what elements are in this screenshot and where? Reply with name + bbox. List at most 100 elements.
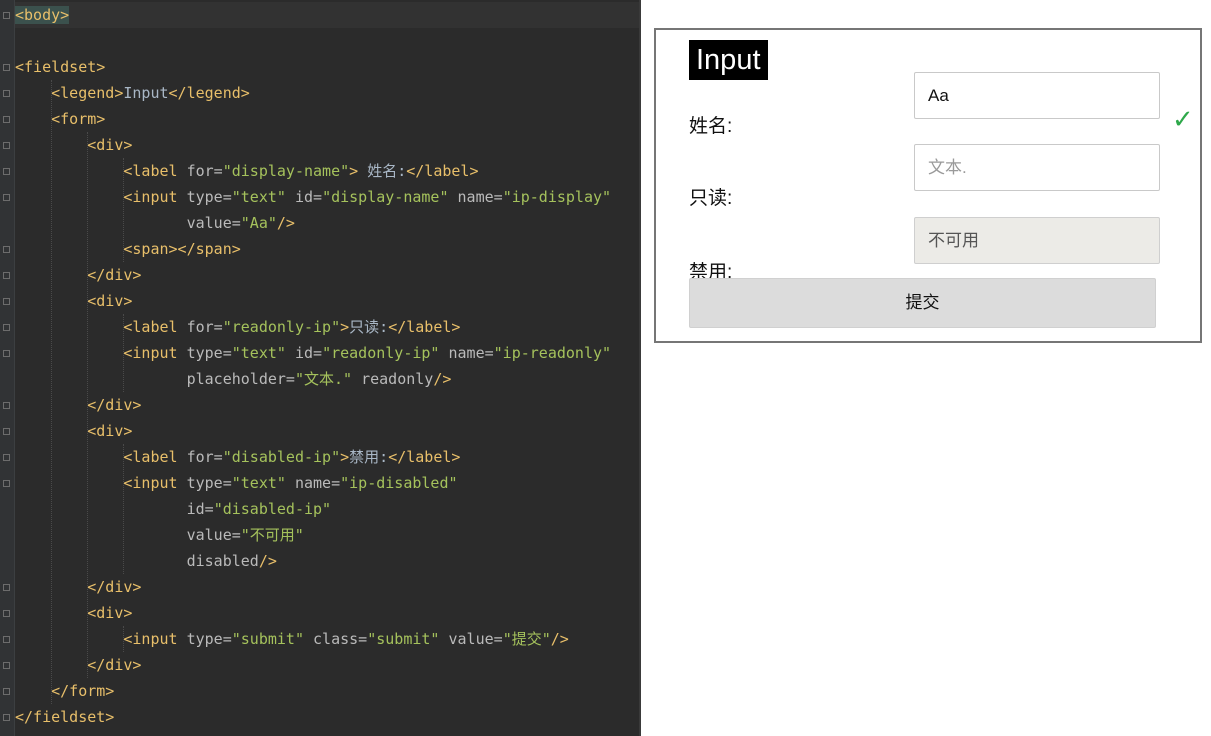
- code-token: />: [276, 214, 295, 232]
- code-token: "提交": [502, 630, 551, 648]
- code-line[interactable]: <label for="disabled-ip">禁用:</label>: [15, 444, 460, 470]
- fold-marker-icon[interactable]: [3, 64, 10, 71]
- code-line[interactable]: </div>: [15, 574, 141, 600]
- code-line[interactable]: </fieldset>: [15, 704, 114, 730]
- code-token: "submit": [367, 630, 440, 648]
- fold-marker-icon[interactable]: [3, 324, 10, 331]
- fold-marker-icon[interactable]: [3, 90, 10, 97]
- indent-guide: [122, 626, 124, 652]
- code-token: "submit": [231, 630, 304, 648]
- fieldset: Input 姓名: Aa ✓ 只读: 文本. 禁用: 不可用 提交: [654, 28, 1202, 343]
- code-line[interactable]: <div>: [15, 132, 132, 158]
- indent-guide: [122, 314, 124, 392]
- code-line[interactable]: <div>: [15, 418, 132, 444]
- code-editor[interactable]: <body> <fieldset> <legend>Input</legend> …: [0, 0, 639, 736]
- code-token: class=: [304, 630, 368, 648]
- code-token: "Aa": [240, 214, 277, 232]
- code-token: Input: [123, 84, 169, 102]
- code-token: >: [340, 318, 350, 336]
- code-line[interactable]: id="disabled-ip": [15, 496, 332, 522]
- code-token: for=: [186, 318, 223, 336]
- code-token: "readonly-ip": [222, 318, 341, 336]
- fold-marker-icon[interactable]: [3, 12, 10, 19]
- fieldset-legend: Input: [689, 40, 768, 80]
- fold-marker-icon[interactable]: [3, 714, 10, 721]
- code-token: "text": [231, 188, 286, 206]
- code-token: >: [349, 162, 359, 180]
- code-token: <fieldset>: [15, 58, 106, 76]
- fold-marker-icon[interactable]: [3, 688, 10, 695]
- code-token: <body>: [15, 6, 70, 24]
- code-token: <label: [123, 318, 187, 336]
- display-name-label: 姓名:: [689, 116, 733, 137]
- submit-button[interactable]: 提交: [689, 278, 1156, 328]
- code-line[interactable]: </div>: [15, 392, 141, 418]
- code-token: </legend>: [168, 84, 250, 102]
- fold-marker-icon[interactable]: [3, 454, 10, 461]
- fold-marker-icon[interactable]: [3, 350, 10, 357]
- fold-marker-icon[interactable]: [3, 662, 10, 669]
- code-line[interactable]: value="不可用": [15, 522, 304, 548]
- fold-marker-icon[interactable]: [3, 610, 10, 617]
- code-token: </label>: [388, 318, 461, 336]
- fold-marker-icon[interactable]: [3, 636, 10, 643]
- code-line[interactable]: </div>: [15, 652, 141, 678]
- code-line[interactable]: <input type="text" id="readonly-ip" name…: [15, 340, 611, 366]
- code-token: type=: [186, 630, 232, 648]
- code-token: for=: [186, 448, 223, 466]
- code-line[interactable]: </form>: [15, 678, 114, 704]
- code-line[interactable]: <body>: [15, 2, 70, 28]
- readonly-input[interactable]: 文本.: [914, 144, 1160, 191]
- fold-marker-icon[interactable]: [3, 428, 10, 435]
- code-token: name=: [285, 474, 341, 492]
- code-token: <legend>: [51, 84, 124, 102]
- code-line[interactable]: placeholder="文本." readonly/>: [15, 366, 452, 392]
- code-token: />: [550, 630, 569, 648]
- code-line[interactable]: value="Aa"/>: [15, 210, 295, 236]
- code-token: </label>: [406, 162, 479, 180]
- code-token: <div>: [87, 292, 133, 310]
- code-line[interactable]: <span></span>: [15, 236, 240, 262]
- code-line[interactable]: <form>: [15, 106, 105, 132]
- code-token: "ip-disabled": [340, 474, 458, 492]
- code-token: disabled: [186, 552, 259, 570]
- code-token: />: [258, 552, 277, 570]
- code-token: 姓名:: [358, 162, 407, 180]
- fold-marker-icon[interactable]: [3, 142, 10, 149]
- code-line[interactable]: <div>: [15, 288, 132, 314]
- fold-marker-icon[interactable]: [3, 116, 10, 123]
- code-token: 禁用:: [349, 448, 389, 466]
- code-line[interactable]: <input type="submit" class="submit" valu…: [15, 626, 569, 652]
- code-token: </div>: [87, 578, 142, 596]
- valid-check-icon: ✓: [1172, 105, 1194, 135]
- fold-marker-icon[interactable]: [3, 272, 10, 279]
- code-token: "disabled-ip": [222, 448, 341, 466]
- fold-marker-icon[interactable]: [3, 298, 10, 305]
- code-line[interactable]: <label for="readonly-ip">只读:</label>: [15, 314, 460, 340]
- code-token: "disabled-ip": [213, 500, 332, 518]
- code-token: "文本.": [294, 370, 353, 388]
- code-line[interactable]: <input type="text" name="ip-disabled": [15, 470, 458, 496]
- code-line[interactable]: <input type="text" id="display-name" nam…: [15, 184, 611, 210]
- code-line[interactable]: disabled/>: [15, 548, 277, 574]
- display-name-input[interactable]: Aa: [914, 72, 1160, 119]
- code-token: "不可用": [240, 526, 304, 544]
- code-token: <form>: [51, 110, 106, 128]
- code-token: "text": [231, 344, 286, 362]
- fold-marker-icon[interactable]: [3, 402, 10, 409]
- code-token: type=: [186, 344, 232, 362]
- fold-marker-icon[interactable]: [3, 168, 10, 175]
- code-line[interactable]: <fieldset>: [15, 54, 105, 80]
- code-token: <input: [123, 344, 187, 362]
- code-token: </div>: [87, 656, 142, 674]
- fold-marker-icon[interactable]: [3, 584, 10, 591]
- code-line[interactable]: <div>: [15, 600, 132, 626]
- code-line[interactable]: <label for="display-name"> 姓名:</label>: [15, 158, 479, 184]
- code-token: value=: [186, 214, 241, 232]
- code-token: value=: [439, 630, 503, 648]
- fold-marker-icon[interactable]: [3, 194, 10, 201]
- fold-marker-icon[interactable]: [3, 480, 10, 487]
- code-token: </div>: [87, 396, 142, 414]
- fold-marker-icon[interactable]: [3, 246, 10, 253]
- code-line[interactable]: </div>: [15, 262, 141, 288]
